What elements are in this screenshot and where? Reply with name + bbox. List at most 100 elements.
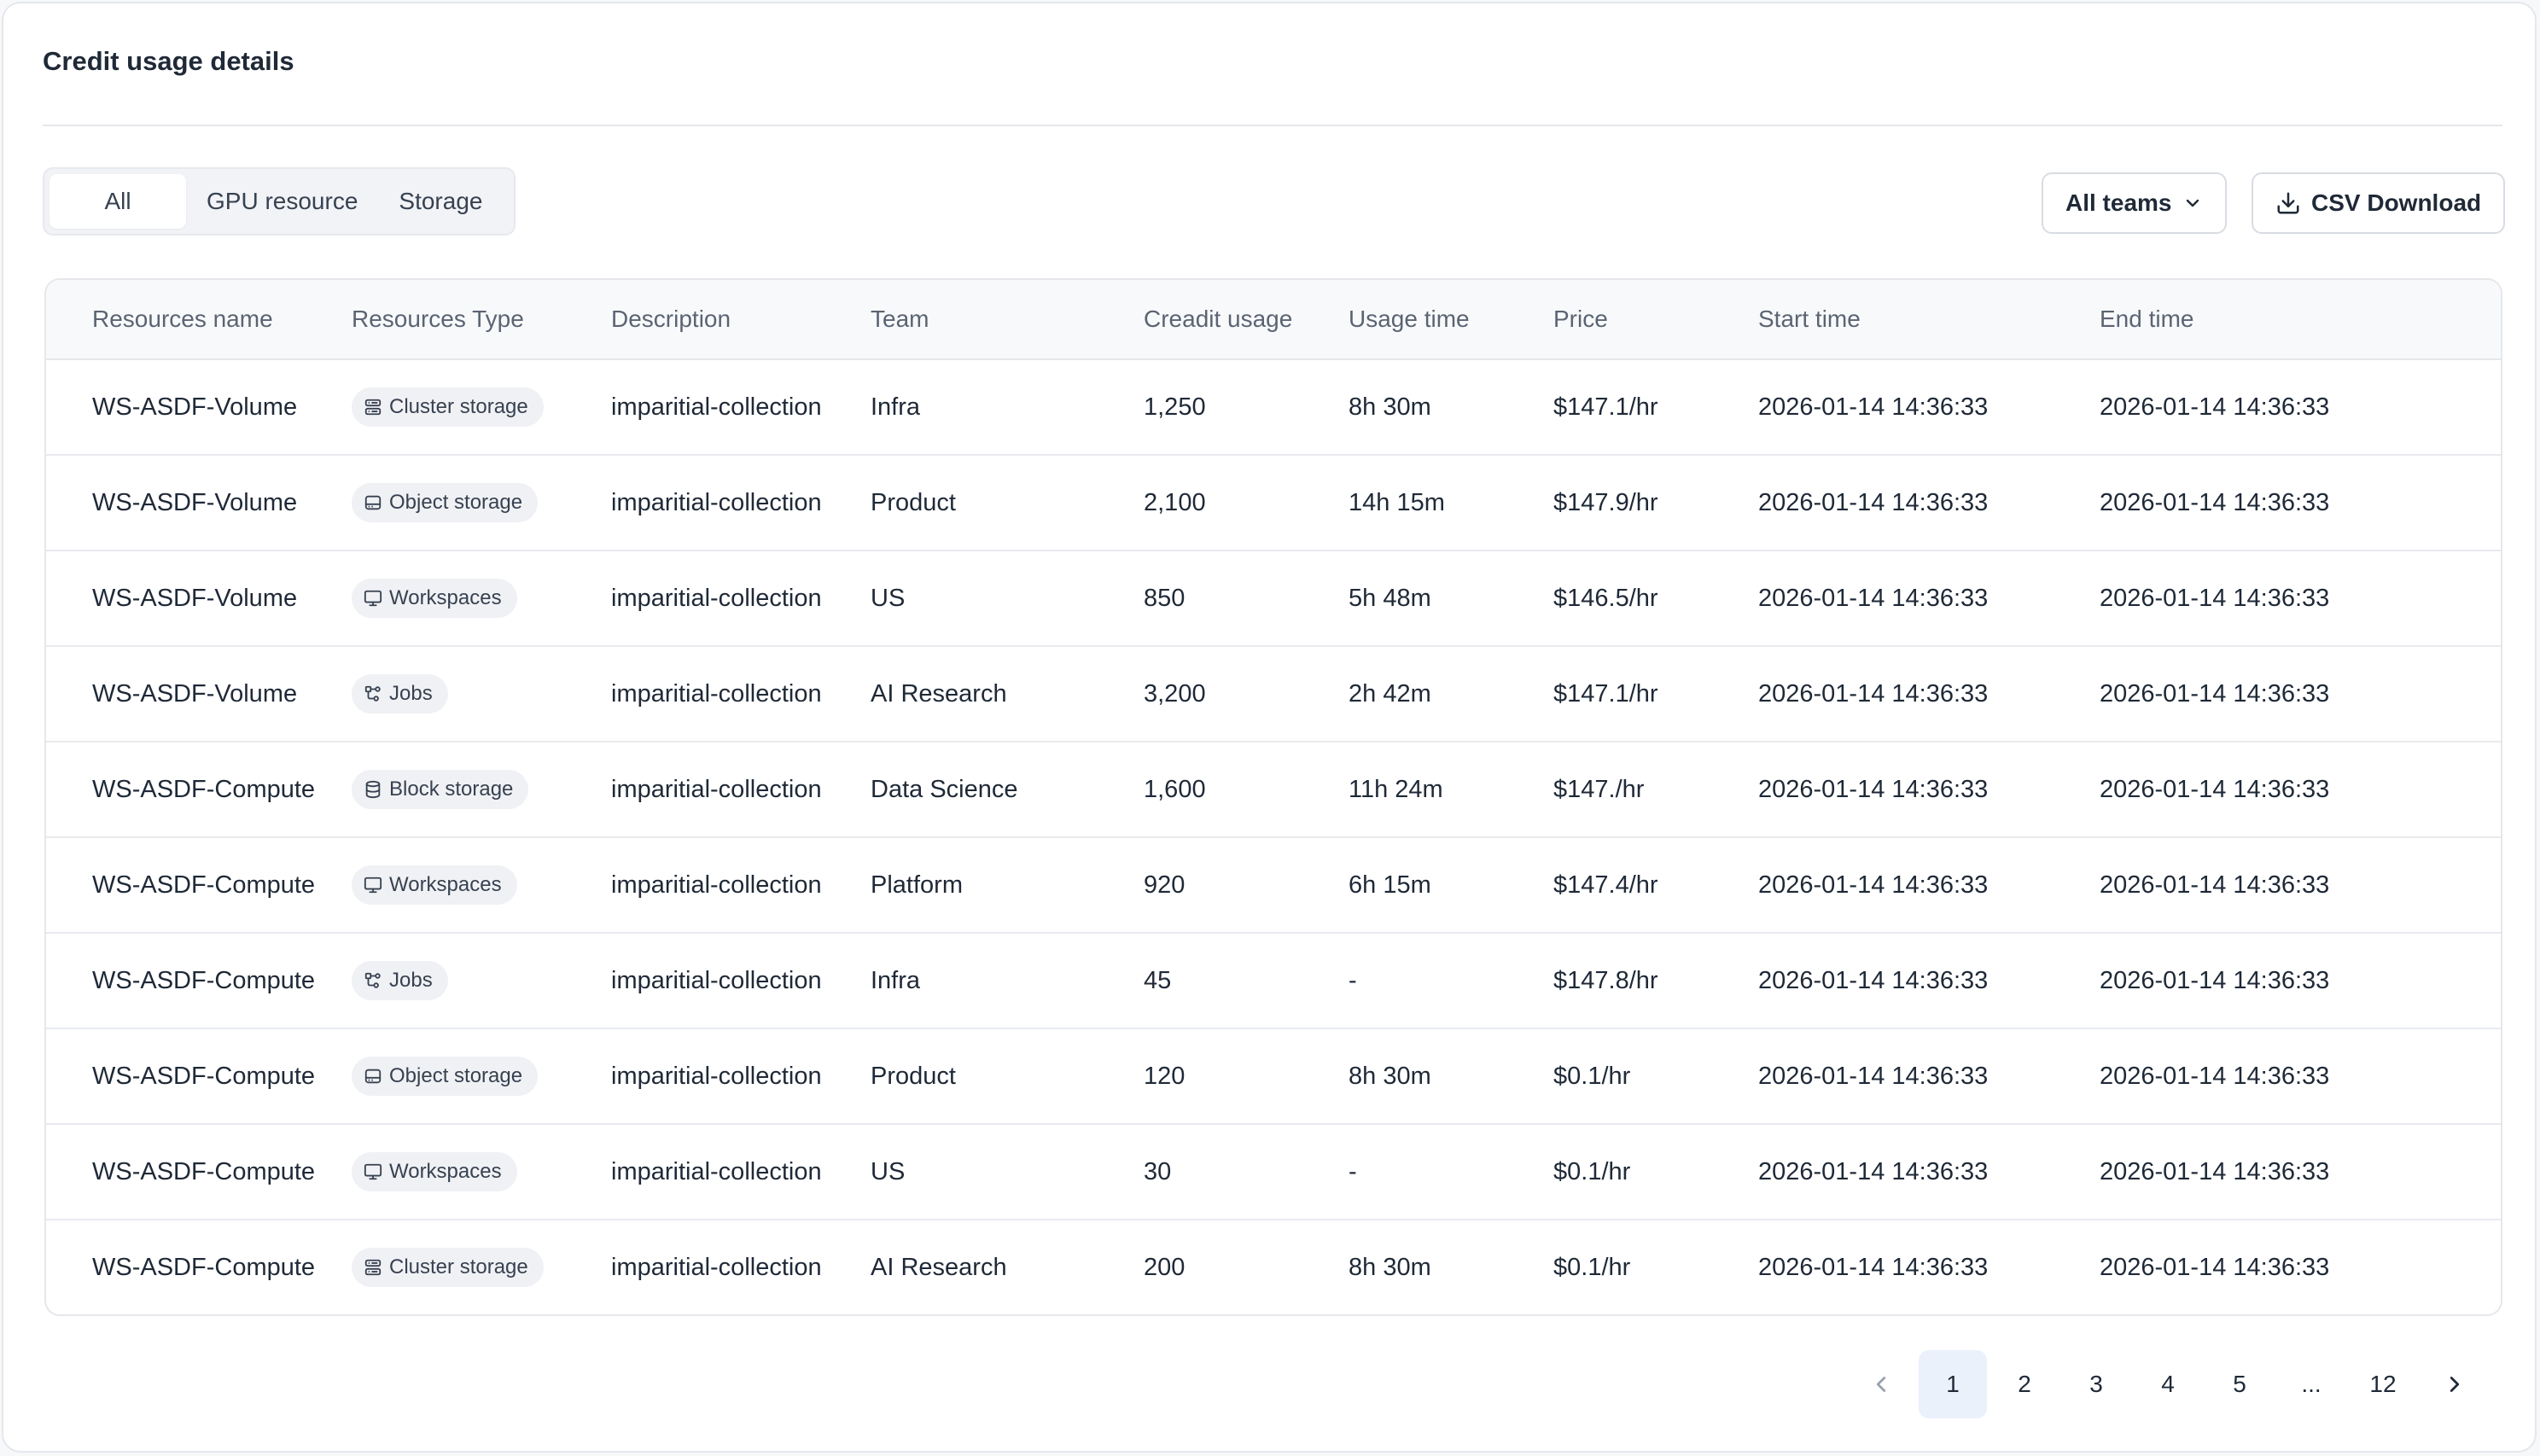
- chevron-down-icon: [2182, 193, 2203, 213]
- description-cell: imparitial-collection: [611, 1062, 822, 1090]
- credit-usage-cell: 1,600: [1144, 775, 1206, 803]
- resource-type-cell: Jobs: [352, 934, 448, 1028]
- table-row[interactable]: WS-ASDF-Compute Workspaces imparitial-coll…: [46, 1125, 2501, 1220]
- monitor-icon: [364, 1162, 382, 1181]
- resource-filter-tabs: All GPU resource Storage: [43, 167, 516, 236]
- start-time-cell: 2026-01-14 14:36:33: [1758, 679, 1989, 708]
- end-time-cell: 2026-01-14 14:36:33: [2100, 1062, 2330, 1090]
- csv-download-button[interactable]: CSV Download: [2252, 172, 2506, 234]
- table-row[interactable]: WS-ASDF-Compute Object storage imparitial-…: [46, 1029, 2501, 1125]
- credit-usage-cell: 2,100: [1144, 488, 1206, 516]
- server-icon: [364, 398, 382, 416]
- team-cell: AI Research: [871, 1253, 1007, 1281]
- resource-type-badge: Jobs: [352, 961, 448, 1000]
- pagination-ellipsis: ...: [2301, 1371, 2322, 1397]
- resource-type-label: Cluster storage: [389, 1255, 528, 1278]
- price-cell: $147.1/hr: [1553, 679, 1658, 708]
- table-header: Resources name Resources Type Descriptio…: [46, 280, 2501, 360]
- description-cell: imparitial-collection: [611, 775, 822, 803]
- resource-type-cell: Block storage: [352, 743, 529, 836]
- column-header-end-time: End time: [2100, 306, 2194, 332]
- team-select-label: All teams: [2065, 189, 2172, 216]
- resource-type-label: Jobs: [389, 682, 433, 705]
- resource-type-cell: Workspaces: [352, 838, 517, 932]
- table-row[interactable]: WS-ASDF-Compute Workspaces imparitial-coll…: [46, 838, 2501, 934]
- end-time-cell: 2026-01-14 14:36:33: [2100, 679, 2330, 708]
- price-cell: $147.8/hr: [1553, 966, 1658, 994]
- hard-drive-icon: [364, 493, 382, 512]
- table-row[interactable]: WS-ASDF-Volume Cluster storage imparitial-…: [46, 360, 2501, 456]
- title-divider: [43, 125, 2502, 126]
- usage-time-cell: 8h 30m: [1349, 1062, 1431, 1090]
- start-time-cell: 2026-01-14 14:36:33: [1758, 871, 1989, 899]
- resource-name-cell: WS-ASDF-Volume: [92, 488, 298, 516]
- usage-time-cell: 2h 42m: [1349, 679, 1431, 708]
- usage-time-cell: -: [1349, 966, 1357, 994]
- resource-type-badge: Workspaces: [352, 1152, 517, 1191]
- price-cell: $147.1/hr: [1553, 393, 1658, 421]
- start-time-cell: 2026-01-14 14:36:33: [1758, 584, 1989, 612]
- team-cell: AI Research: [871, 679, 1007, 708]
- resource-type-label: Workspaces: [389, 1160, 502, 1183]
- pagination-page-3[interactable]: 3: [2062, 1350, 2130, 1418]
- table-row[interactable]: WS-ASDF-Volume Jobs imparitial-collection A…: [46, 647, 2501, 743]
- pagination-next-button[interactable]: [2421, 1350, 2489, 1418]
- pagination-prev-button[interactable]: [1847, 1350, 1915, 1418]
- usage-time-cell: 5h 48m: [1349, 584, 1431, 612]
- resource-type-cell: Object storage: [352, 456, 539, 550]
- column-header-start-time: Start time: [1758, 306, 1861, 332]
- pagination-page-12[interactable]: 12: [2349, 1350, 2417, 1418]
- table-row[interactable]: WS-ASDF-Volume Object storage imparitial-c…: [46, 456, 2501, 551]
- start-time-cell: 2026-01-14 14:36:33: [1758, 775, 1989, 803]
- resource-type-badge: Workspaces: [352, 579, 517, 618]
- resource-type-label: Object storage: [389, 491, 523, 514]
- credit-usage-cell: 45: [1144, 966, 1172, 994]
- description-cell: imparitial-collection: [611, 1253, 822, 1281]
- resource-type-badge: Object storage: [352, 1057, 539, 1096]
- column-header-resources-type: Resources Type: [352, 306, 524, 332]
- team-select-dropdown[interactable]: All teams: [2042, 172, 2227, 234]
- resource-type-cell: Workspaces: [352, 1125, 517, 1219]
- end-time-cell: 2026-01-14 14:36:33: [2100, 871, 2330, 899]
- column-header-credit-usage: Creadit usage: [1144, 306, 1293, 332]
- description-cell: imparitial-collection: [611, 966, 822, 994]
- credit-usage-table: Resources name Resources Type Descriptio…: [44, 278, 2502, 1316]
- description-cell: imparitial-collection: [611, 584, 822, 612]
- table-row[interactable]: WS-ASDF-Volume Workspaces imparitial-colle…: [46, 551, 2501, 647]
- workflow-icon: [364, 684, 382, 703]
- price-cell: $147.4/hr: [1553, 871, 1658, 899]
- tab-all[interactable]: All: [50, 174, 186, 229]
- resource-type-cell: Object storage: [352, 1029, 539, 1123]
- tab-storage[interactable]: Storage: [378, 174, 503, 229]
- pagination-page-2[interactable]: 2: [1990, 1350, 2059, 1418]
- pagination-page-4[interactable]: 4: [2134, 1350, 2202, 1418]
- resource-type-badge: Cluster storage: [352, 387, 544, 427]
- team-cell: Infra: [871, 393, 921, 421]
- resource-name-cell: WS-ASDF-Compute: [92, 871, 316, 899]
- resource-type-badge: Jobs: [352, 674, 448, 713]
- tab-gpu-resource[interactable]: GPU resource: [186, 174, 378, 229]
- price-cell: $147./hr: [1553, 775, 1645, 803]
- page-title: Credit usage details: [43, 46, 294, 76]
- database-icon: [364, 780, 382, 799]
- description-cell: imparitial-collection: [611, 393, 822, 421]
- monitor-icon: [364, 876, 382, 894]
- team-cell: Infra: [871, 966, 921, 994]
- pagination-page-5[interactable]: 5: [2205, 1350, 2274, 1418]
- monitor-icon: [364, 589, 382, 608]
- end-time-cell: 2026-01-14 14:36:33: [2100, 584, 2330, 612]
- usage-time-cell: 11h 24m: [1349, 775, 1443, 803]
- column-header-price: Price: [1553, 306, 1608, 332]
- resource-type-label: Workspaces: [389, 873, 502, 896]
- column-header-usage-time: Usage time: [1349, 306, 1470, 332]
- resource-name-cell: WS-ASDF-Volume: [92, 393, 298, 421]
- resource-type-label: Workspaces: [389, 586, 502, 609]
- table-row[interactable]: WS-ASDF-Compute Block storage imparitial-c…: [46, 743, 2501, 838]
- resource-type-cell: Workspaces: [352, 551, 517, 645]
- table-row[interactable]: WS-ASDF-Compute Cluster storage imparitial…: [46, 1220, 2501, 1314]
- team-cell: Product: [871, 1062, 956, 1090]
- hard-drive-icon: [364, 1067, 382, 1086]
- team-cell: Product: [871, 488, 956, 516]
- pagination-page-1[interactable]: 1: [1919, 1350, 1987, 1418]
- table-row[interactable]: WS-ASDF-Compute Jobs imparitial-collection…: [46, 934, 2501, 1029]
